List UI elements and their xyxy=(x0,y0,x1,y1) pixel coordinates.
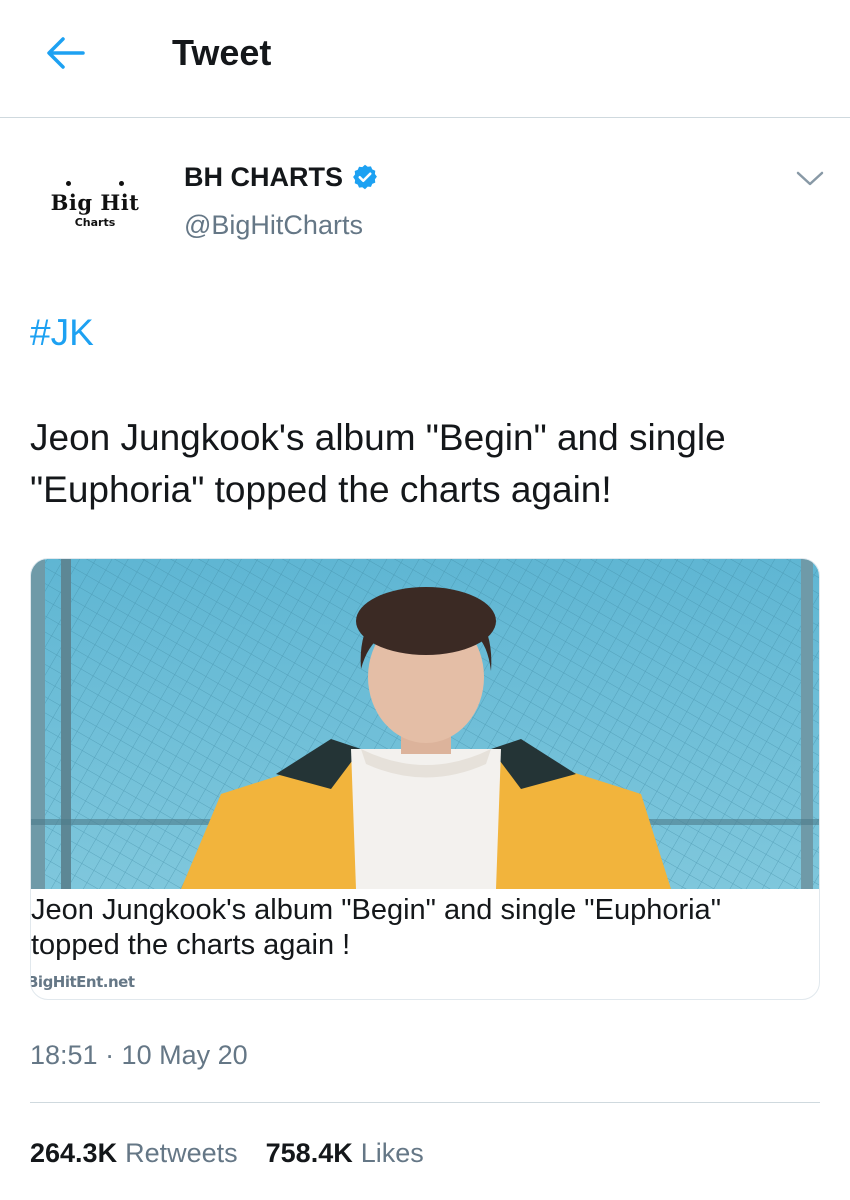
avatar[interactable]: Big Hit Charts xyxy=(40,160,150,250)
author-name[interactable]: BH CHARTS xyxy=(184,160,379,194)
logo-dot xyxy=(66,180,71,186)
card-domain: BigHitEnt.net xyxy=(30,973,135,991)
arrow-left-icon xyxy=(47,37,85,69)
card-title: Jeon Jungkook's album "Begin" and single… xyxy=(31,894,721,961)
logo-dots xyxy=(66,180,124,186)
likes-label: Likes xyxy=(360,1138,424,1168)
back-button[interactable] xyxy=(40,30,90,76)
tweet-text: Jeon Jungkook's album "Begin" and single… xyxy=(30,417,726,510)
author-handle[interactable]: @BigHitCharts xyxy=(184,208,363,242)
top-bar: Tweet xyxy=(0,0,850,118)
logo-text: Big Hit xyxy=(50,189,140,215)
likes-stat[interactable]: 758.4K Likes xyxy=(266,1136,424,1170)
retweets-stat[interactable]: 264.3K Retweets xyxy=(30,1136,238,1170)
logo-dot xyxy=(119,180,124,186)
link-preview-card[interactable]: Jeon Jungkook's album "Begin" and single… xyxy=(30,558,820,1000)
author-name-text: BH CHARTS xyxy=(184,162,343,192)
likes-count: 758.4K xyxy=(265,1138,353,1168)
verified-badge-icon xyxy=(353,164,377,190)
link-preview-photo xyxy=(31,559,819,889)
tweet-timestamp[interactable]: 18:51 · 10 May 20 xyxy=(30,1038,248,1072)
logo-subtext: Charts xyxy=(74,215,116,229)
retweets-label: Retweets xyxy=(125,1138,238,1168)
hashtag-link[interactable]: #JK xyxy=(30,310,94,356)
retweets-count: 264.3K xyxy=(30,1138,118,1168)
tweet-stats: 264.3K Retweets 758.4K Likes xyxy=(30,1136,424,1170)
divider xyxy=(30,1102,820,1103)
page-title: Tweet xyxy=(172,32,272,73)
chevron-down-icon xyxy=(796,171,824,186)
tweet-menu-button[interactable] xyxy=(790,162,830,196)
